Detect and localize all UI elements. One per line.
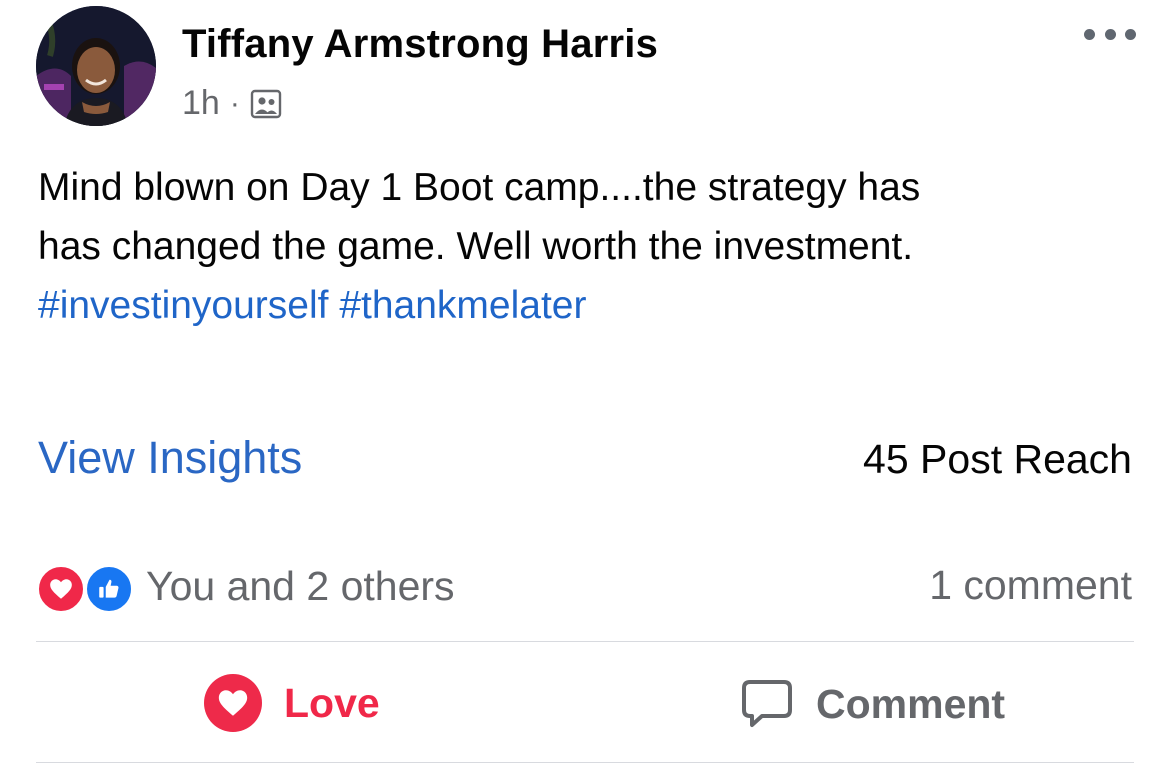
post-timestamp[interactable]: 1h: [182, 84, 220, 123]
meta-separator: ·: [229, 86, 240, 120]
hashtag-link[interactable]: #investinyourself: [38, 284, 328, 327]
reactions-summary[interactable]: You and 2 others: [36, 562, 455, 614]
view-insights-link[interactable]: View Insights: [38, 432, 302, 484]
post-hashtags: #investinyourself #thankmelater: [38, 276, 1138, 335]
hashtag-link[interactable]: #thankmelater: [339, 284, 586, 327]
love-reaction-icon: [36, 564, 86, 614]
heart-icon: [204, 674, 262, 732]
author-avatar[interactable]: [36, 6, 156, 126]
divider: [36, 762, 1134, 763]
love-button[interactable]: Love: [204, 674, 380, 732]
post-text: Mind blown on Day 1 Boot camp....the str…: [38, 158, 1138, 335]
reaction-icons: [36, 562, 136, 614]
comment-button-label: Comment: [816, 680, 1006, 727]
like-reaction-icon: [84, 564, 134, 614]
friends-audience-icon[interactable]: [250, 88, 282, 120]
love-button-label: Love: [284, 679, 380, 726]
post-author-name[interactable]: Tiffany Armstrong Harris: [182, 22, 658, 67]
avatar-photo: [36, 6, 156, 126]
comment-bubble-icon: [740, 678, 794, 730]
post-text-line: has changed the game. Well worth the inv…: [38, 225, 914, 268]
post-reach-count: 45 Post Reach: [863, 436, 1132, 482]
post-meta: 1h ·: [182, 84, 282, 123]
post-text-line: Mind blown on Day 1 Boot camp....the str…: [38, 166, 921, 209]
more-options-icon[interactable]: [1084, 24, 1136, 44]
comment-count-link[interactable]: 1 comment: [929, 562, 1132, 609]
divider: [36, 641, 1134, 642]
comment-button[interactable]: Comment: [740, 678, 1005, 730]
reaction-summary-text: You and 2 others: [146, 562, 455, 609]
